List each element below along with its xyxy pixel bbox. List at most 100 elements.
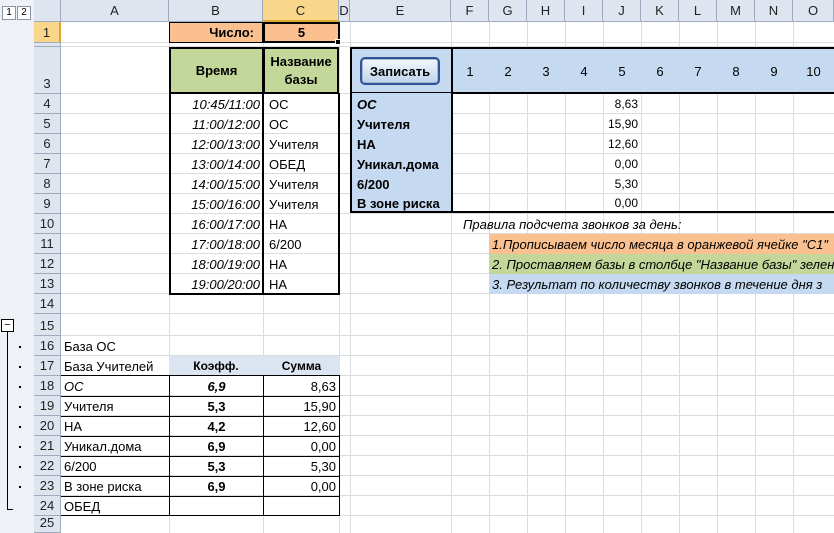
column-header-g[interactable]: G (489, 0, 527, 22)
time-cell[interactable]: 10:45/11:00 (171, 94, 263, 114)
coef-row-sum[interactable]: 5,30 (264, 456, 339, 476)
outline-dot (19, 346, 21, 348)
time-cell[interactable]: 15:00/16:00 (171, 194, 263, 214)
fill-handle[interactable] (335, 39, 341, 45)
select-all-corner[interactable] (34, 0, 61, 22)
day-header: 2 (504, 63, 512, 79)
row-header-23[interactable]: 23 (34, 476, 61, 496)
base-cell[interactable]: 6/200 (266, 234, 338, 254)
column-header-e[interactable]: E (350, 0, 451, 22)
time-cell[interactable]: 14:00/15:00 (171, 174, 263, 194)
tally-name: В зоне риска (357, 195, 440, 211)
column-header-j[interactable]: J (603, 0, 641, 22)
base-cell[interactable]: ОС (266, 94, 338, 114)
coef-row-name[interactable]: В зоне риска (61, 476, 169, 496)
coef-row-name[interactable]: НА (61, 416, 169, 436)
coef-row-sum[interactable]: 15,90 (264, 396, 339, 416)
coef-row-coef[interactable]: 6,9 (170, 376, 263, 396)
base-cell[interactable]: ОС (266, 114, 338, 134)
row-header-17[interactable]: 17 (34, 356, 61, 376)
row-header-13[interactable]: 13 (34, 274, 61, 294)
coef-row-sum[interactable]: 0,00 (264, 436, 339, 456)
coef-row-name[interactable]: ОС (61, 376, 169, 396)
row-header-9[interactable]: 9 (34, 194, 61, 214)
base-os-label[interactable]: База ОС (61, 336, 169, 356)
row-header-10[interactable]: 10 (34, 214, 61, 234)
coef-row-sum[interactable]: 0,00 (264, 476, 339, 496)
coef-row-coef[interactable]: 4,2 (170, 416, 263, 436)
row-header-14[interactable]: 14 (34, 294, 61, 314)
base-cell[interactable]: Учителя (266, 194, 338, 214)
outline-dot (19, 386, 21, 388)
day-header: 3 (542, 63, 550, 79)
row-header-7[interactable]: 7 (34, 154, 61, 174)
coef-row-coef[interactable]: 6,9 (170, 476, 263, 496)
coef-row-sum[interactable] (264, 496, 339, 516)
column-header-h[interactable]: H (527, 0, 565, 22)
coef-row-name[interactable]: Уникал.дома (61, 436, 169, 456)
outline-level-2-button[interactable]: 2 (17, 6, 31, 20)
coef-header: Коэфф. (169, 356, 263, 376)
day-header: 5 (618, 63, 626, 79)
row-header-25[interactable]: 25 (34, 515, 61, 533)
row-header-11[interactable]: 11 (34, 234, 61, 254)
base-cell[interactable]: Учителя (266, 134, 338, 154)
active-cell-selection (263, 22, 340, 43)
day-header: 8 (732, 63, 740, 79)
row-header-24[interactable]: 24 (34, 496, 61, 516)
column-header-f[interactable]: F (451, 0, 489, 22)
column-header-b[interactable]: B (169, 0, 263, 22)
row-header-20[interactable]: 20 (34, 416, 61, 436)
row-header-1[interactable]: 1 (34, 22, 61, 43)
base-cell[interactable]: ОБЕД (266, 154, 338, 174)
column-header-k[interactable]: K (641, 0, 679, 22)
day-header: 7 (694, 63, 702, 79)
time-cell[interactable]: 18:00/19:00 (171, 254, 263, 274)
coef-row-sum[interactable]: 12,60 (264, 416, 339, 436)
row-header-15[interactable]: 15 (34, 314, 61, 336)
base-teachers-label[interactable]: База Учителей (61, 356, 169, 376)
column-header-a[interactable]: A (61, 0, 169, 22)
row-header-8[interactable]: 8 (34, 174, 61, 194)
column-header-c[interactable]: C (263, 0, 339, 22)
coef-row-coef[interactable]: 6,9 (170, 436, 263, 456)
base-cell[interactable]: НА (266, 274, 338, 294)
base-cell[interactable]: НА (266, 214, 338, 234)
time-cell[interactable]: 11:00/12:00 (171, 114, 263, 134)
row-header-6[interactable]: 6 (34, 134, 61, 154)
base-cell[interactable]: Учителя (266, 174, 338, 194)
row-header-3[interactable]: 3 (34, 47, 61, 94)
coef-row-name[interactable]: Учителя (61, 396, 169, 416)
base-cell[interactable]: НА (266, 254, 338, 274)
record-button[interactable]: Записать (360, 57, 440, 85)
coef-row-coef[interactable]: 5,3 (170, 396, 263, 416)
column-header-n[interactable]: N (755, 0, 793, 22)
coef-row-coef[interactable]: 5,3 (170, 456, 263, 476)
time-cell[interactable]: 13:00/14:00 (171, 154, 263, 174)
row-header-4[interactable]: 4 (34, 94, 61, 114)
column-header-d[interactable]: D (339, 0, 350, 22)
row-header-19[interactable]: 19 (34, 396, 61, 416)
time-cell[interactable]: 12:00/13:00 (171, 134, 263, 154)
coef-row-sum[interactable]: 8,63 (264, 376, 339, 396)
coef-row-name[interactable]: 6/200 (61, 456, 169, 476)
row-header-5[interactable]: 5 (34, 114, 61, 134)
row-header-22[interactable]: 22 (34, 456, 61, 476)
column-header-m[interactable]: M (717, 0, 755, 22)
coef-row-name[interactable]: ОБЕД (61, 496, 169, 516)
time-cell[interactable]: 17:00/18:00 (171, 234, 263, 254)
column-header-l[interactable]: L (679, 0, 717, 22)
time-cell[interactable]: 19:00/20:00 (171, 274, 263, 294)
row-header-12[interactable]: 12 (34, 254, 61, 274)
column-header-i[interactable]: I (565, 0, 603, 22)
row-header-16[interactable]: 16 (34, 336, 61, 356)
outline-collapse-button[interactable]: − (1, 319, 14, 332)
day-header: 10 (806, 63, 821, 79)
row-header-18[interactable]: 18 (34, 376, 61, 396)
outline-level-1-button[interactable]: 1 (2, 6, 16, 20)
column-header-o[interactable]: O (793, 0, 834, 22)
tally-value: 15,90 (607, 117, 638, 131)
coef-row-coef[interactable] (170, 496, 263, 516)
row-header-21[interactable]: 21 (34, 436, 61, 456)
time-cell[interactable]: 16:00/17:00 (171, 214, 263, 234)
